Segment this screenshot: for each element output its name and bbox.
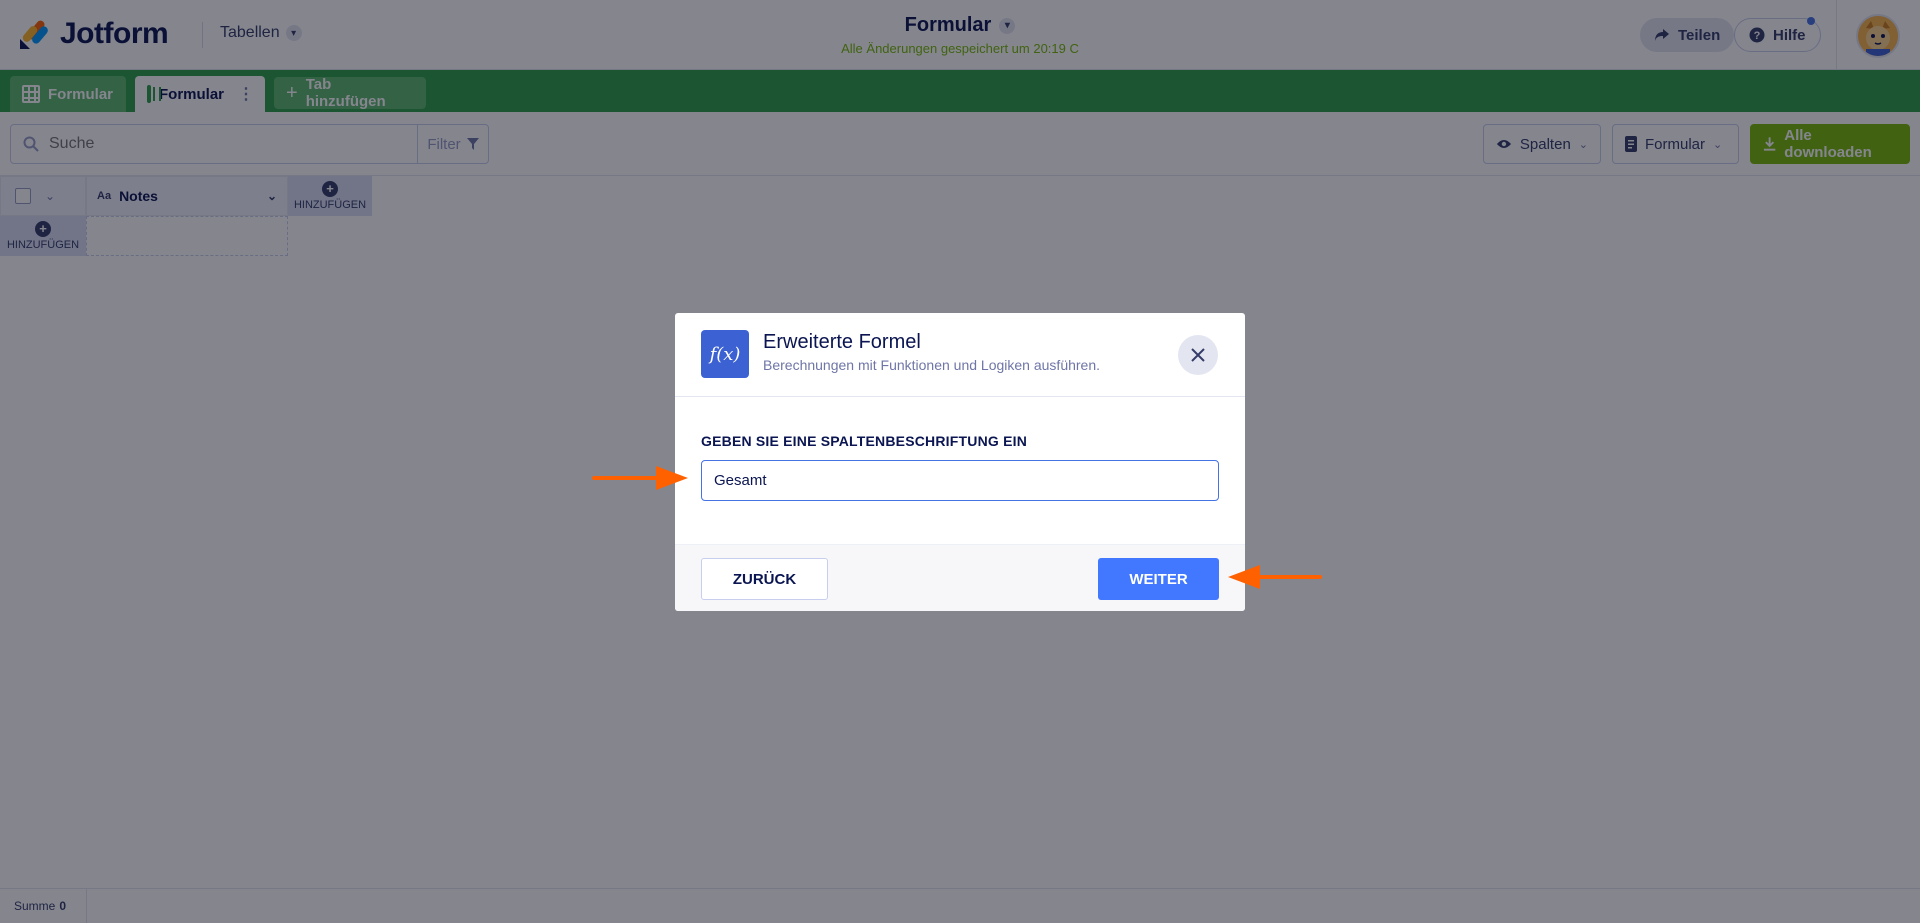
dialog-subtitle: Berechnungen mit Funktionen und Logiken … xyxy=(763,357,1101,373)
back-button[interactable]: ZURÜCK xyxy=(701,558,828,600)
dialog-header: f(x) Erweiterte Formel Berechnungen mit … xyxy=(675,313,1245,397)
close-button[interactable] xyxy=(1178,335,1218,375)
advanced-formula-dialog: f(x) Erweiterte Formel Berechnungen mit … xyxy=(675,313,1245,611)
next-button[interactable]: WEITER xyxy=(1098,558,1219,600)
column-label-field-label: GEBEN SIE EINE SPALTENBESCHRIFTUNG EIN xyxy=(701,433,1028,449)
annotation-arrow-right-icon xyxy=(592,466,688,490)
formula-fx-icon: f(x) xyxy=(701,330,749,378)
column-label-input[interactable] xyxy=(701,460,1219,501)
dialog-footer: ZURÜCK WEITER xyxy=(675,544,1245,611)
close-icon xyxy=(1191,348,1205,362)
dialog-title: Erweiterte Formel xyxy=(763,331,921,353)
annotation-arrow-left-icon xyxy=(1228,565,1322,589)
